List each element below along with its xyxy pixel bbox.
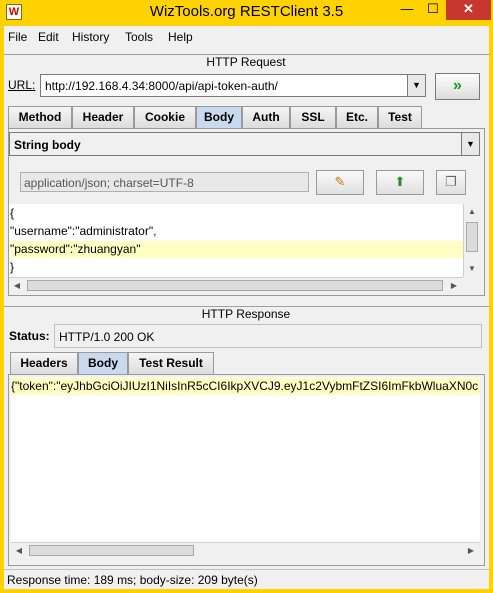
response-stats: Response time: 189 ms; body-size: 209 by…: [7, 573, 258, 587]
status-label: Status:: [9, 329, 50, 343]
scroll-left-icon[interactable]: ◀: [11, 543, 27, 559]
request-section-title: HTTP Request: [186, 55, 306, 69]
document-load-icon: ⬆: [394, 174, 406, 189]
chevron-down-icon: ▼: [412, 80, 421, 90]
response-body-hscrollbar[interactable]: ◀ ▶: [11, 542, 480, 559]
tab-etc[interactable]: Etc.: [336, 106, 378, 128]
client-area: File Edit History Tools Help HTTP Reques…: [4, 26, 489, 589]
body-line: }: [10, 260, 15, 274]
menu-file[interactable]: File: [8, 30, 27, 44]
tab-body[interactable]: Body: [196, 106, 242, 129]
tab-test-result[interactable]: Test Result: [128, 352, 214, 374]
chevron-down-icon: ▼: [466, 139, 475, 149]
copy-icon: ❐: [445, 174, 457, 189]
tab-test[interactable]: Test: [378, 106, 422, 128]
content-type-value: application/json; charset=UTF-8: [24, 176, 194, 190]
body-type-value: String body: [14, 138, 81, 152]
menu-bar: File Edit History Tools Help: [4, 26, 489, 48]
url-input[interactable]: http://192.168.4.34:8000/api/api-token-a…: [40, 74, 426, 97]
request-body-hscrollbar[interactable]: ◀ ▶: [9, 277, 463, 293]
tab-header[interactable]: Header: [72, 106, 134, 128]
scroll-thumb[interactable]: [29, 545, 194, 556]
scroll-up-icon[interactable]: ▲: [464, 204, 480, 220]
scroll-down-icon[interactable]: ▼: [464, 261, 480, 277]
request-body-editor[interactable]: { "username":"administrator", "password"…: [9, 204, 463, 277]
scroll-right-icon[interactable]: ▶: [446, 278, 462, 294]
scroll-right-icon[interactable]: ▶: [463, 543, 479, 559]
tab-response-body[interactable]: Body: [78, 352, 128, 375]
menu-history[interactable]: History: [72, 30, 109, 44]
body-line: "username":"administrator",: [10, 224, 157, 238]
app-window: W WizTools.org RESTClient 3.5 — ☐ ✕ File…: [0, 0, 493, 593]
load-body-button[interactable]: ⬆: [376, 170, 424, 195]
double-arrow-right-icon: »: [453, 77, 462, 94]
status-field: HTTP/1.0 200 OK: [54, 324, 482, 348]
response-section-title: HTTP Response: [186, 307, 306, 321]
tab-cookie[interactable]: Cookie: [134, 106, 196, 128]
minimize-button[interactable]: —: [394, 0, 420, 20]
response-body-editor[interactable]: {"token":"eyJhbGciOiJIUzI1NiIsInR5cCI6Ik…: [11, 377, 480, 542]
body-type-dropdown-button[interactable]: ▼: [461, 133, 479, 155]
menu-edit[interactable]: Edit: [38, 30, 59, 44]
url-value: http://192.168.4.34:8000/api/api-token-a…: [45, 79, 278, 93]
menu-tools[interactable]: Tools: [125, 30, 153, 44]
maximize-button[interactable]: ☐: [420, 0, 446, 20]
scroll-thumb[interactable]: [466, 222, 478, 252]
response-body-line: {"token":"eyJhbGciOiJIUzI1NiIsInR5cCI6Ik…: [11, 378, 480, 395]
edit-content-type-button[interactable]: ✎: [316, 170, 364, 195]
close-button[interactable]: ✕: [446, 0, 491, 20]
tab-headers[interactable]: Headers: [10, 352, 78, 374]
status-bar: Response time: 189 ms; body-size: 209 by…: [4, 569, 489, 589]
content-type-field: application/json; charset=UTF-8: [20, 172, 309, 192]
pencil-edit-icon: ✎: [334, 174, 346, 189]
tab-auth[interactable]: Auth: [242, 106, 290, 128]
url-label: URL:: [8, 78, 36, 92]
body-line: "password":"zhuangyan": [10, 241, 463, 258]
status-value: HTTP/1.0 200 OK: [59, 330, 155, 344]
menu-help[interactable]: Help: [168, 30, 193, 44]
copy-body-button[interactable]: ❐: [436, 170, 466, 195]
body-line: {: [10, 206, 15, 220]
title-bar[interactable]: W WizTools.org RESTClient 3.5 — ☐ ✕: [0, 0, 493, 26]
scroll-thumb[interactable]: [27, 280, 443, 291]
url-dropdown-button[interactable]: ▼: [407, 75, 425, 96]
tab-ssl[interactable]: SSL: [290, 106, 336, 128]
body-type-select[interactable]: String body ▼: [9, 132, 480, 156]
send-request-button[interactable]: »: [435, 73, 480, 100]
request-body-vscrollbar[interactable]: ▲ ▼: [463, 204, 480, 277]
tab-method[interactable]: Method: [8, 106, 72, 128]
scroll-left-icon[interactable]: ◀: [9, 278, 25, 294]
